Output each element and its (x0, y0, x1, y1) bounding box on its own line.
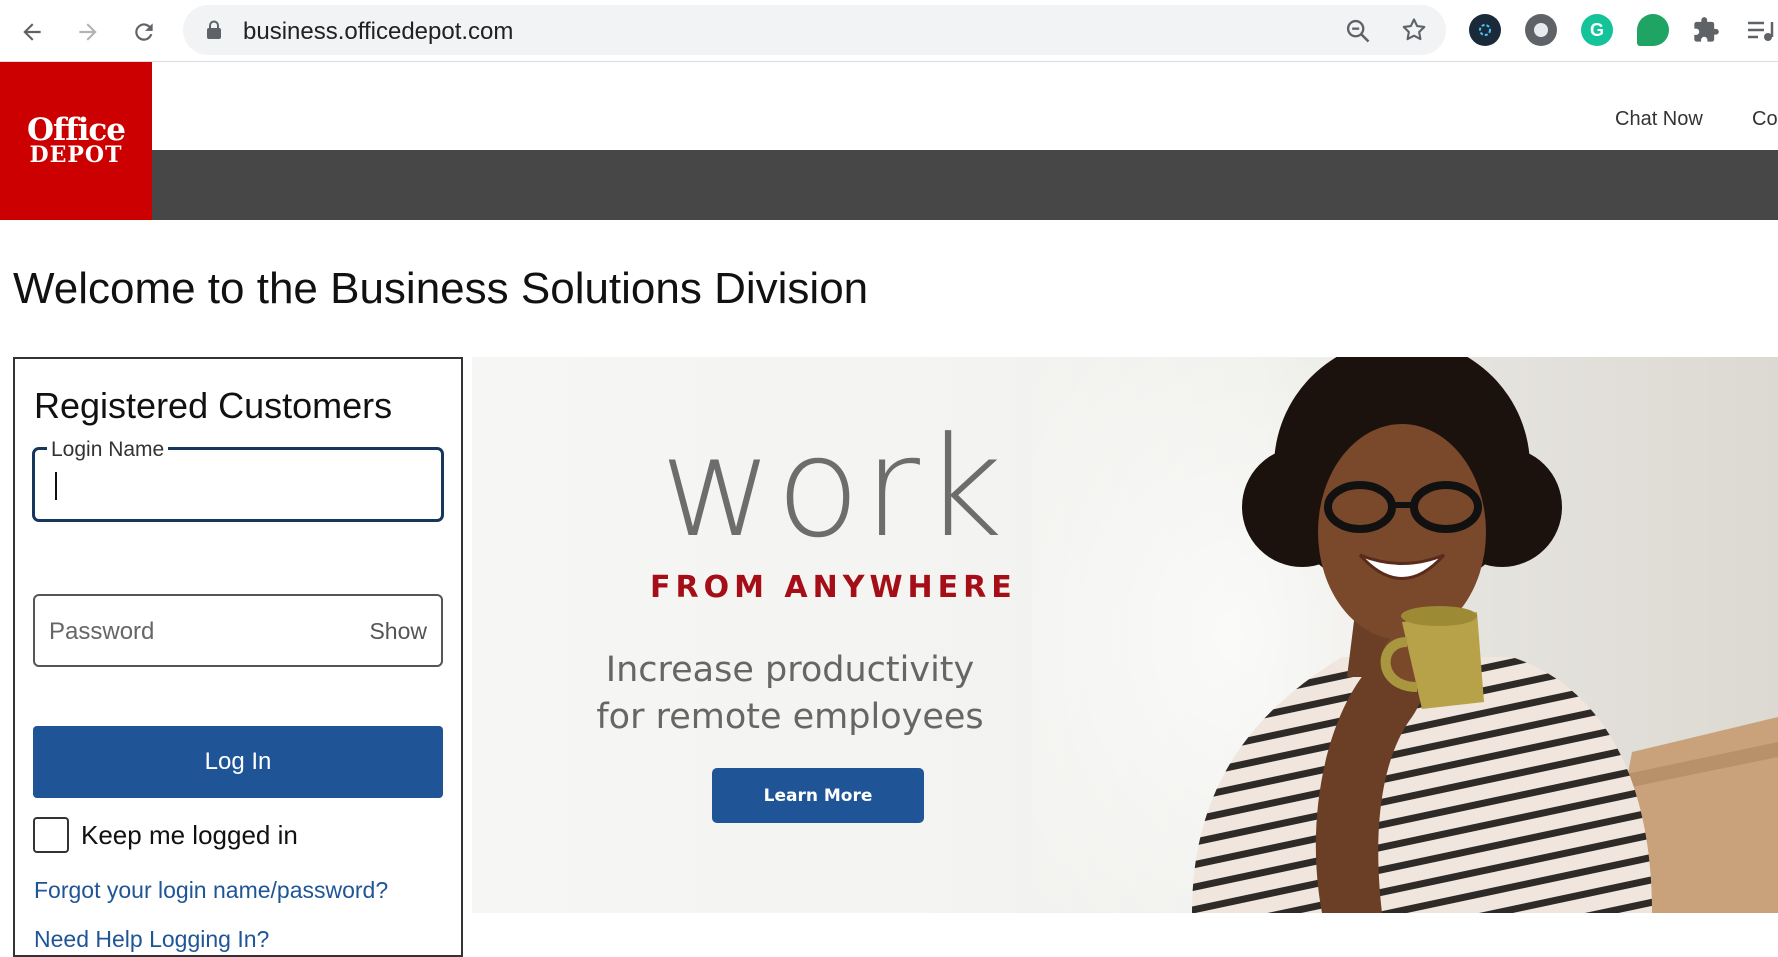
reload-icon (135, 23, 153, 41)
password-field-wrapper: Show (33, 594, 443, 667)
page-title: Welcome to the Business Solutions Divisi… (13, 264, 869, 313)
puzzle-extensions-icon[interactable] (1690, 14, 1722, 46)
grammarly-icon[interactable]: G (1581, 14, 1613, 46)
login-panel: Registered Customers Login Name Show Log… (13, 357, 463, 957)
keep-logged-in-checkbox[interactable] (33, 817, 69, 853)
keep-logged-in-label[interactable]: Keep me logged in (81, 820, 298, 851)
lock-icon (207, 20, 221, 39)
contact-link[interactable]: Co (1752, 108, 1778, 131)
zoom-out-icon[interactable] (1344, 17, 1372, 45)
header-utility-links: Chat Now Co (1378, 108, 1778, 132)
show-password-button[interactable]: Show (369, 618, 427, 645)
learn-more-button[interactable]: Learn More (712, 768, 924, 823)
reading-list-icon[interactable] (1745, 14, 1777, 46)
chat-bubble-icon[interactable] (1637, 14, 1669, 46)
chat-now-link[interactable]: Chat Now (1615, 108, 1703, 131)
office-depot-logo[interactable]: Office DEPOT (0, 62, 152, 220)
browser-toolbar: business.officedepot.com G (0, 0, 1778, 62)
extension-icon[interactable] (1525, 14, 1557, 46)
extension-icon[interactable] (1469, 14, 1501, 46)
url-text: business.officedepot.com (243, 18, 514, 45)
login-name-label: Login Name (47, 438, 169, 462)
snowflake-icon (1479, 24, 1491, 36)
logo-text-office: Office (26, 112, 126, 148)
navigation-bar (152, 150, 1778, 220)
hero-woman-photo (1192, 357, 1778, 913)
back-button[interactable] (12, 12, 52, 52)
arrow-right-icon (79, 23, 97, 41)
address-bar[interactable]: business.officedepot.com (183, 5, 1446, 55)
hero-headline: work (660, 407, 1006, 568)
hero-tagline: FROM ANYWHERE (650, 570, 1017, 605)
reload-button[interactable] (124, 12, 164, 52)
login-button[interactable]: Log In (33, 726, 443, 798)
login-help-link[interactable]: Need Help Logging In? (34, 926, 269, 953)
forward-button[interactable] (68, 12, 108, 52)
login-name-field[interactable]: Login Name (33, 438, 443, 521)
arrow-left-icon (23, 23, 41, 41)
circle-icon (1534, 23, 1548, 37)
forgot-credentials-link[interactable]: Forgot your login name/password? (34, 877, 388, 904)
keep-logged-in-row: Keep me logged in (33, 817, 298, 853)
hero-subtext: Increase productivity for remote employe… (596, 650, 984, 737)
hero-banner: work FROM ANYWHERE Increase productivity… (472, 357, 1778, 913)
password-input[interactable] (49, 610, 349, 654)
bookmark-star-icon[interactable] (1400, 16, 1428, 44)
logo-text-depot: DEPOT (29, 142, 123, 168)
text-cursor (55, 472, 57, 500)
login-heading: Registered Customers (34, 385, 393, 426)
